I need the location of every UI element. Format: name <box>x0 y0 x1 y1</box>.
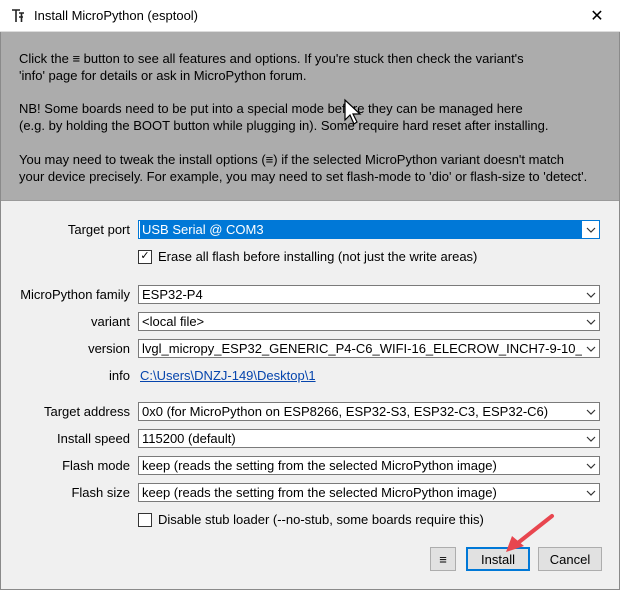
variant-value: <local file> <box>142 314 205 329</box>
flash-size-value: keep (reads the setting from the selecte… <box>142 485 497 500</box>
family-value: ESP32-P4 <box>142 287 203 302</box>
menu-button[interactable]: ≡ <box>430 547 456 571</box>
chevron-down-icon <box>582 221 599 238</box>
install-speed-label: Install speed <box>57 431 130 446</box>
install-speed-value: 115200 (default) <box>142 431 236 446</box>
disable-stub-checkbox[interactable]: Disable stub loader (--no-stub, some boa… <box>138 512 484 527</box>
window-title: Install MicroPython (esptool) <box>34 8 199 23</box>
flash-size-label: Flash size <box>71 485 130 500</box>
info-label: info <box>109 368 130 383</box>
version-value: lvgl_micropy_ESP32_GENERIC_P4-C6_WIFI-16… <box>142 341 600 356</box>
chevron-down-icon <box>582 340 599 357</box>
install-speed-select[interactable]: 115200 (default) <box>138 429 600 448</box>
target-address-label: Target address <box>44 404 130 419</box>
chevron-down-icon <box>582 484 599 501</box>
target-port-label: Target port <box>67 222 130 237</box>
chevron-down-icon <box>582 430 599 447</box>
red-arrow-icon <box>506 514 554 552</box>
flash-mode-value: keep (reads the setting from the selecte… <box>142 458 497 473</box>
flash-mode-select[interactable]: keep (reads the setting from the selecte… <box>138 456 600 475</box>
variant-select[interactable]: <local file> <box>138 312 600 331</box>
checkbox-checked-icon: ✓ <box>138 249 152 264</box>
title-bar: Install MicroPython (esptool) ✕ <box>0 0 620 32</box>
thonny-app-icon <box>12 9 24 22</box>
info-banner: Click the ≡ button to see all features a… <box>1 32 619 201</box>
banner-paragraph-1: Click the ≡ button to see all features a… <box>19 51 524 83</box>
version-select[interactable]: lvgl_micropy_ESP32_GENERIC_P4-C6_WIFI-16… <box>138 339 600 358</box>
close-icon[interactable]: ✕ <box>574 0 620 31</box>
erase-flash-checkbox[interactable]: ✓ Erase all flash before installing (not… <box>138 249 477 264</box>
chevron-down-icon <box>582 457 599 474</box>
chevron-down-icon <box>582 403 599 420</box>
chevron-down-icon <box>582 313 599 330</box>
family-label: MicroPython family <box>20 287 130 302</box>
flash-mode-label: Flash mode <box>62 458 130 473</box>
mouse-cursor-icon <box>344 98 362 125</box>
target-port-value: USB Serial @ COM3 <box>140 221 584 238</box>
target-port-select[interactable]: USB Serial @ COM3 <box>138 220 600 239</box>
target-address-select[interactable]: 0x0 (for MicroPython on ESP8266, ESP32-S… <box>138 402 600 421</box>
target-address-value: 0x0 (for MicroPython on ESP8266, ESP32-S… <box>142 404 549 419</box>
chevron-down-icon <box>582 286 599 303</box>
disable-stub-label: Disable stub loader (--no-stub, some boa… <box>158 512 484 527</box>
flash-size-select[interactable]: keep (reads the setting from the selecte… <box>138 483 600 502</box>
erase-flash-label: Erase all flash before installing (not j… <box>158 249 478 264</box>
info-link[interactable]: C:\Users\DNZJ-149\Desktop\1 <box>140 368 316 383</box>
variant-label: variant <box>90 314 130 329</box>
banner-paragraph-3: You may need to tweak the install option… <box>19 152 588 184</box>
checkbox-unchecked-icon <box>138 512 152 527</box>
version-label: version <box>88 341 130 356</box>
banner-paragraph-2: NB! Some boards need to be put into a sp… <box>19 101 549 133</box>
family-select[interactable]: ESP32-P4 <box>138 285 600 304</box>
